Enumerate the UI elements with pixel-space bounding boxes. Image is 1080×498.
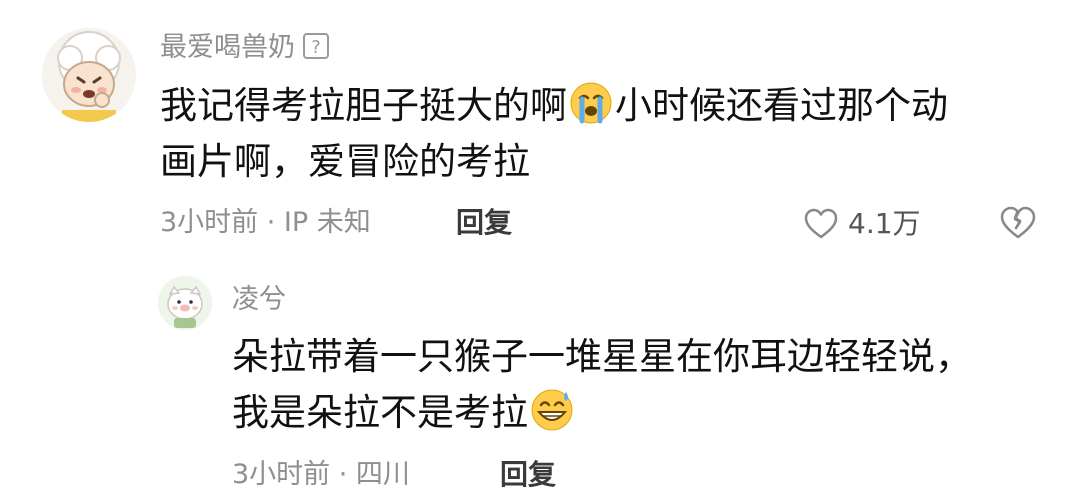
like-button[interactable]: 4.1万 <box>804 204 921 244</box>
crying-face-emoji <box>570 82 612 124</box>
reply-reply-button[interactable]: 回复 <box>500 458 556 492</box>
reply-meta: 3小时前 · 四川 <box>232 459 410 490</box>
comment-meta: 3小时前 · IP 未知 <box>160 207 371 238</box>
username-text: 最爱喝兽奶 <box>160 32 295 63</box>
comment-text-part1: 我记得考拉胆子挺大的啊 <box>160 84 567 127</box>
comment-username[interactable]: 最爱喝兽奶? <box>160 32 329 64</box>
reply-username[interactable]: 凌兮 <box>232 284 286 316</box>
reply-text-line2: 我是朵拉不是考拉 <box>232 391 528 434</box>
question-box-icon: ? <box>303 33 329 59</box>
comment-text-part2: 小时候还看过那个动 <box>615 84 948 127</box>
user-avatar[interactable] <box>42 28 136 122</box>
heart-outline-icon <box>804 208 838 239</box>
dislike-button[interactable] <box>1000 206 1036 242</box>
sheep-avatar-icon <box>42 28 136 122</box>
pig-avatar-icon <box>158 276 212 330</box>
grinning-sweat-emoji <box>531 389 573 431</box>
comment-text-line2: 画片啊，爱冒险的考拉 <box>160 140 530 183</box>
broken-heart-icon <box>1000 206 1036 239</box>
like-count: 4.1万 <box>848 207 921 240</box>
reply-user-avatar[interactable] <box>158 276 212 330</box>
comment-reply-button[interactable]: 回复 <box>456 206 512 240</box>
reply-text: 朵拉带着一只猴子一堆星星在你耳边轻轻说， 我是朵拉不是考拉 <box>232 329 1052 441</box>
reply-text-line1: 朵拉带着一只猴子一堆星星在你耳边轻轻说， <box>232 335 972 378</box>
comment-text: 我记得考拉胆子挺大的啊 小时候还看过那个动 画片啊，爱冒险的考拉 <box>160 78 1040 190</box>
